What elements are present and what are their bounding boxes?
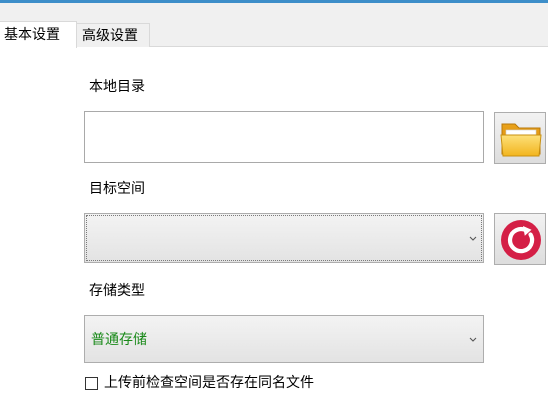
refresh-icon [501, 220, 541, 260]
refresh-spaces-button[interactable] [494, 213, 546, 265]
target-space-label: 目标空间 [89, 181, 145, 197]
tab-basic-settings[interactable]: 基本设置 [0, 21, 77, 48]
storage-type-select[interactable]: 普通存储 [84, 315, 484, 363]
tab-advanced-settings-label: 高级设置 [82, 28, 138, 44]
storage-type-selected: 普通存储 [91, 332, 147, 348]
target-space-select[interactable] [84, 213, 484, 263]
local-dir-input[interactable] [84, 111, 484, 163]
check-duplicates-checkbox[interactable] [85, 377, 98, 390]
chevron-down-icon [469, 337, 477, 342]
tab-basic-settings-label: 基本设置 [4, 27, 60, 43]
local-dir-label: 本地目录 [89, 79, 145, 95]
tab-advanced-settings[interactable]: 高级设置 [77, 23, 150, 47]
check-duplicates-label: 上传前检查空间是否存在同名文件 [104, 375, 314, 391]
storage-type-label: 存储类型 [89, 283, 145, 299]
browse-folder-button[interactable] [494, 112, 546, 164]
folder-icon [500, 123, 542, 157]
chevron-down-icon [469, 236, 477, 241]
